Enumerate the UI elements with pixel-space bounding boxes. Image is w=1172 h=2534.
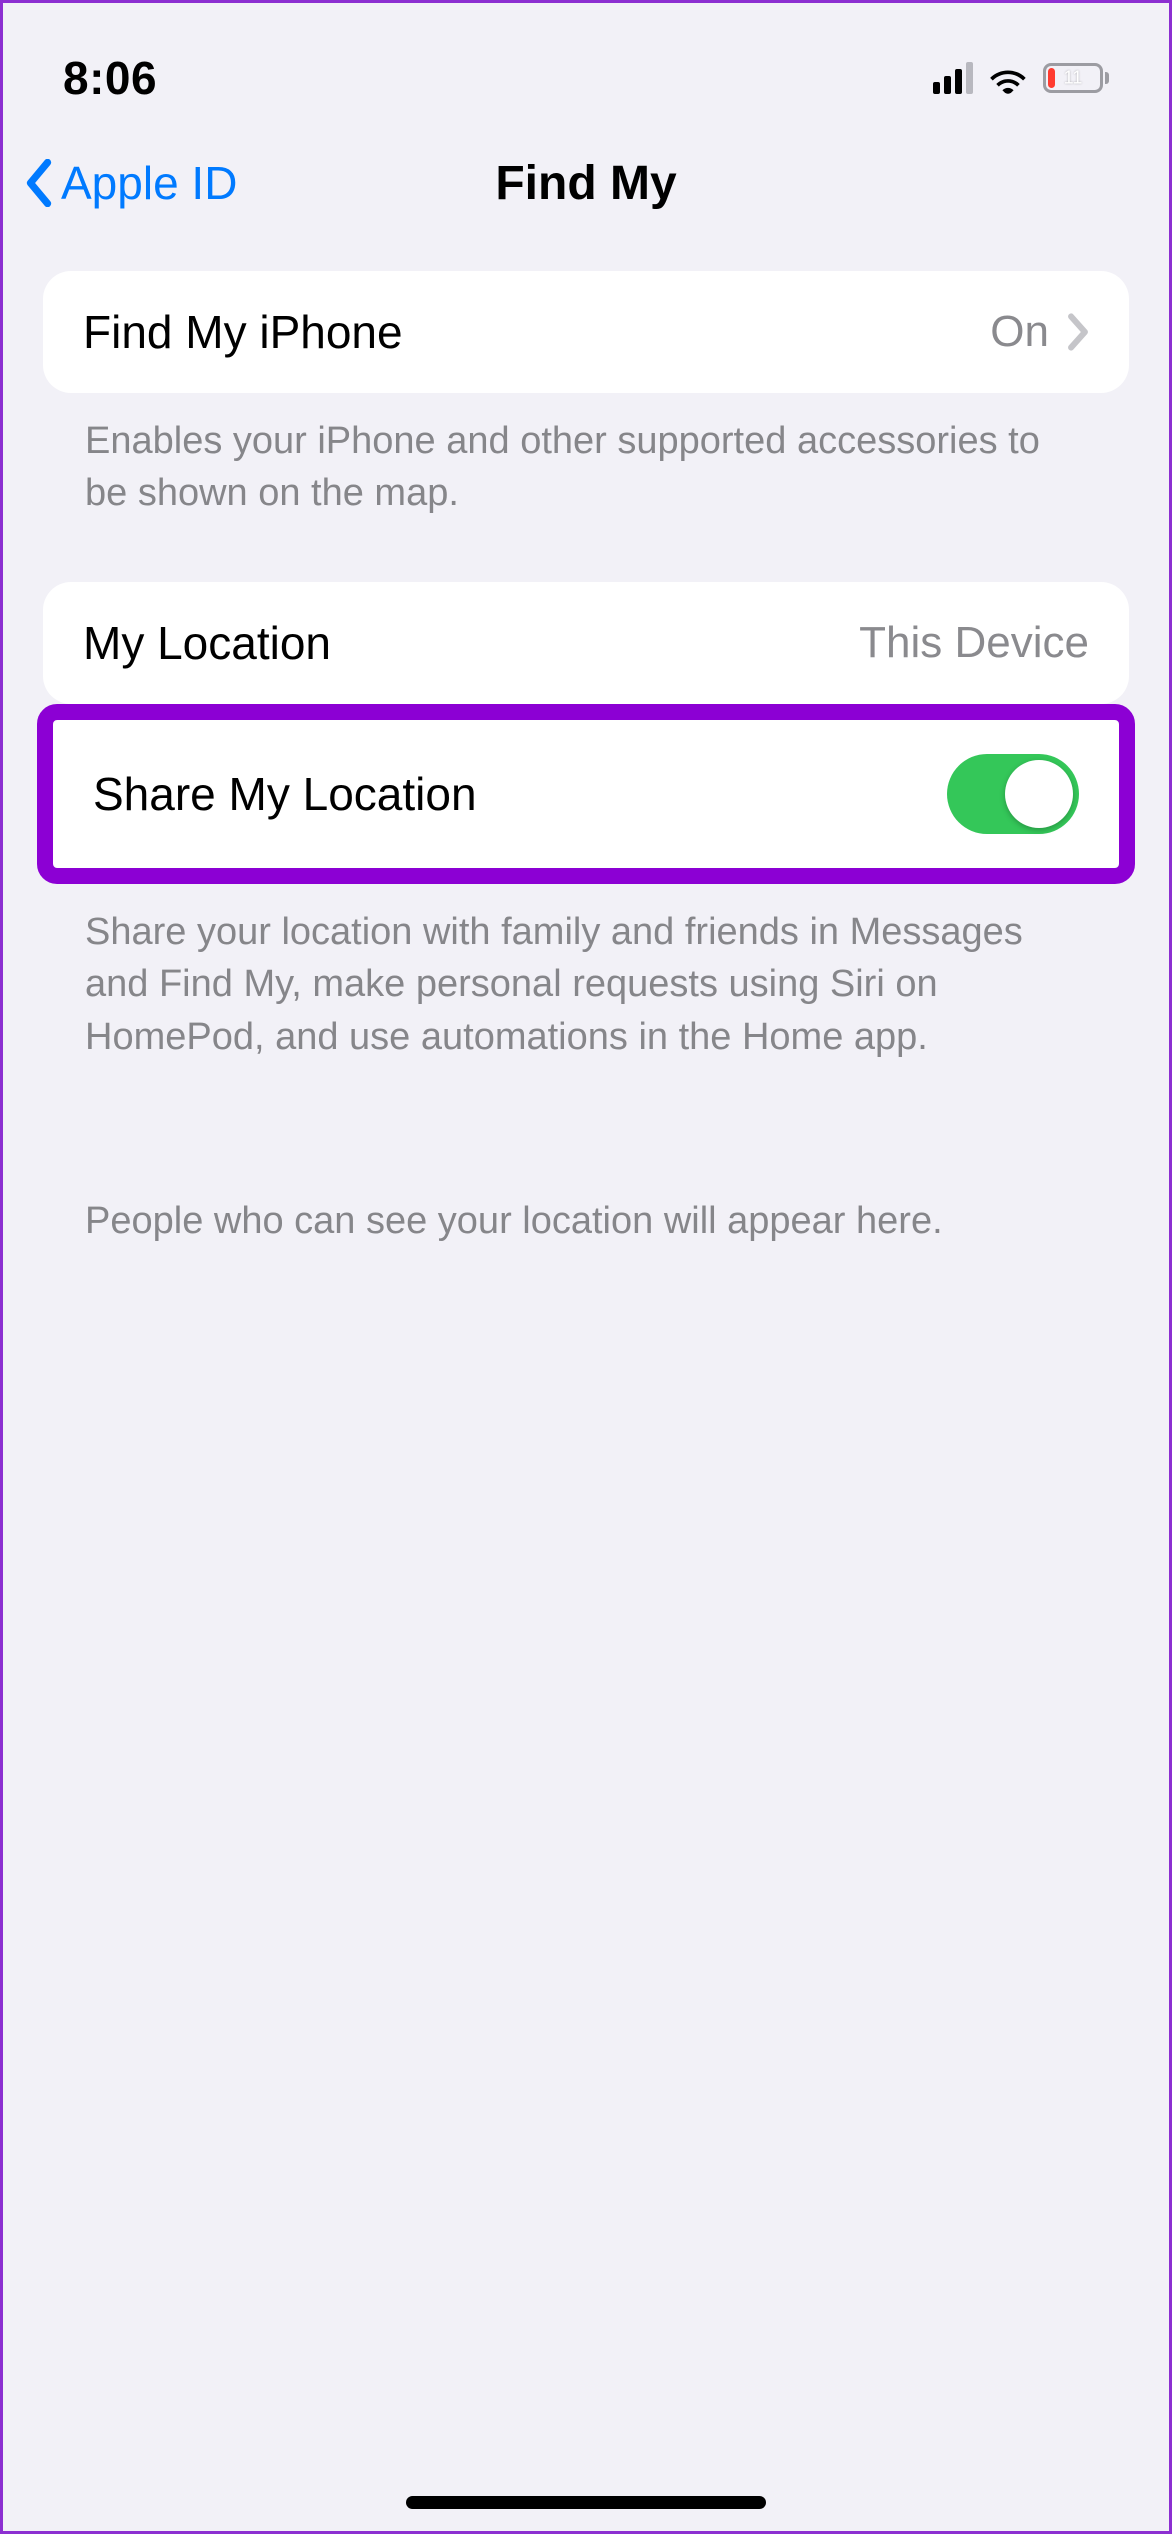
battery-percent: 11 [1064, 68, 1083, 89]
page-title: Find My [495, 156, 676, 211]
row-value: This Device [859, 618, 1089, 668]
row-value: On [990, 307, 1049, 357]
people-footer: People who can see your location will ap… [43, 1173, 1129, 1247]
share-my-location-toggle[interactable] [947, 754, 1079, 834]
wifi-icon [987, 62, 1029, 94]
my-location-row[interactable]: My Location This Device [43, 582, 1129, 704]
cellular-icon [933, 62, 973, 94]
share-my-location-footer: Share your location with family and frie… [43, 884, 1129, 1063]
back-label: Apple ID [61, 156, 237, 210]
chevron-right-icon [1067, 313, 1089, 351]
nav-bar: Apple ID Find My [3, 123, 1169, 243]
status-bar: 8:06 11 [3, 3, 1169, 123]
row-label: Share My Location [93, 767, 477, 821]
share-my-location-row[interactable]: Share My Location [53, 720, 1119, 868]
back-button[interactable]: Apple ID [23, 156, 237, 210]
find-my-iphone-row[interactable]: Find My iPhone On [43, 271, 1129, 393]
location-group: My Location This Device [43, 582, 1129, 704]
battery-icon: 11 [1043, 63, 1109, 93]
chevron-left-icon [23, 159, 55, 207]
find-my-iphone-footer: Enables your iPhone and other supported … [43, 393, 1129, 520]
status-time: 8:06 [63, 51, 157, 105]
row-label: Find My iPhone [83, 305, 403, 359]
share-my-location-highlight: Share My Location [37, 704, 1135, 884]
find-my-iphone-group: Find My iPhone On [43, 271, 1129, 393]
row-label: My Location [83, 616, 331, 670]
status-indicators: 11 [933, 62, 1109, 94]
home-indicator[interactable] [406, 2496, 766, 2509]
